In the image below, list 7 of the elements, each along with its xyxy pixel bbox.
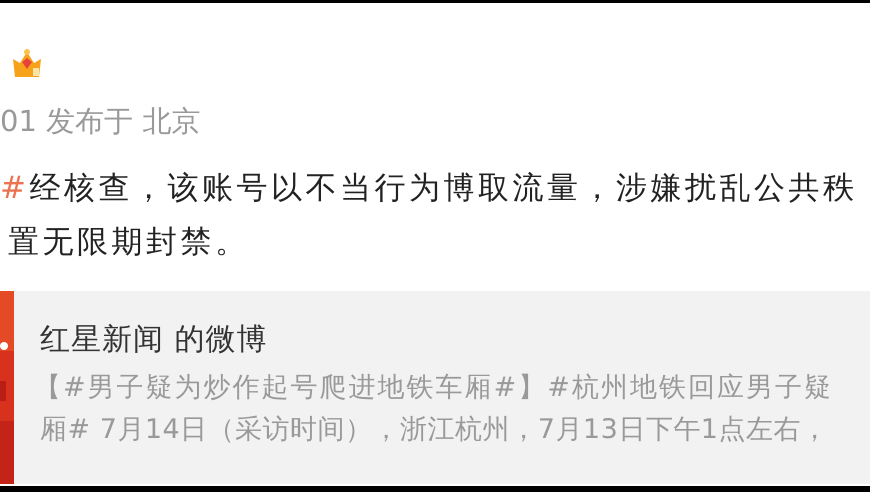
post-meta: 01 发布于 北京 <box>0 103 202 139</box>
card-text-line: 厢# 7月14日（采访时间），浙江杭州，7月13日下午1点左右， <box>40 413 830 447</box>
card-text-line: 【#男子疑为炒作起号爬进地铁车厢#】#杭州地铁回应男子疑 <box>34 371 833 405</box>
post-text-line: #经核查，该账号以不当行为博取流量，涉嫌扰乱公共秩 <box>0 169 858 208</box>
post-text-line: 置无限期封禁。 <box>8 223 250 262</box>
repost-card[interactable]: 红星新闻 的微博 【#男子疑为炒作起号爬进地铁车厢#】#杭州地铁回应男子疑 厢# 7月14日（采访时间），浙江杭州，7月13日下午1点左右， <box>0 291 870 484</box>
card-title: 红星新闻 的微博 <box>40 321 269 359</box>
